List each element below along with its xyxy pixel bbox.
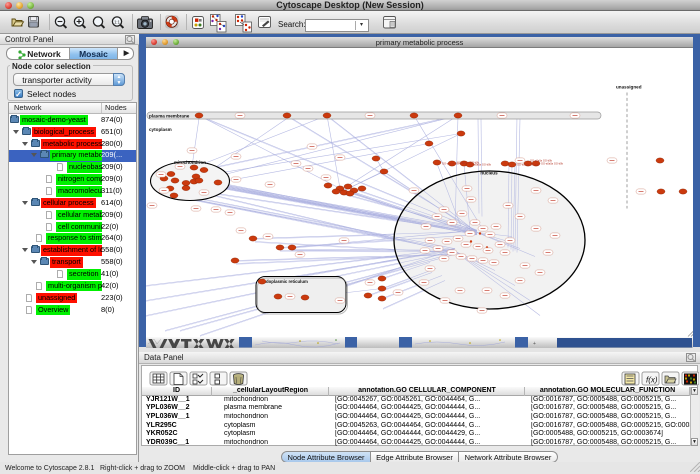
svg-text:plasma membrane: plasma membrane — [149, 113, 190, 118]
svg-text:unassigned: unassigned — [616, 84, 642, 89]
svg-text:1:1: 1:1 — [114, 19, 120, 24]
svg-text:nucleus: nucleus — [480, 170, 498, 175]
svg-text:f(x): f(x) — [646, 376, 658, 385]
svg-text:GO-a0a0a GO-b0b: GO-a0a0a GO-b0b — [530, 158, 553, 162]
svg-text:endoplasmic reticulum: endoplasmic reticulum — [261, 279, 308, 284]
svg-text:cytoplasm: cytoplasm — [149, 127, 172, 132]
svg-text:GO-a0a0a GO-b0b: GO-a0a0a GO-b0b — [457, 160, 480, 164]
svg-text:+: + — [533, 341, 536, 347]
